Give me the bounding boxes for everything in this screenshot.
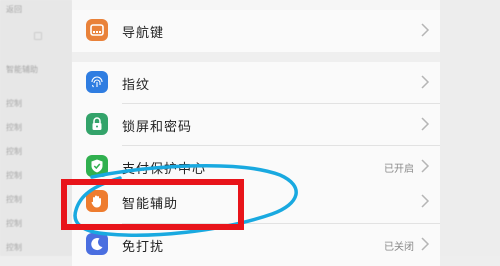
settings-row-navigation-keys[interactable]: 导航键 (72, 10, 440, 52)
chevron-right-icon (421, 75, 430, 89)
row-status: 已关闭 (384, 242, 414, 253)
navigation-key-icon (86, 19, 108, 41)
chevron-right-icon (421, 117, 430, 131)
left-item: 控制 (6, 195, 22, 204)
row-label: 免打扰 (122, 240, 165, 255)
row-label: 导航键 (122, 26, 165, 41)
hand-icon (86, 190, 108, 212)
chevron-right-icon (421, 237, 430, 251)
row-label: 指纹 (122, 78, 151, 93)
background-left-panel: 返回 智能辅助 控制 控制 控制 控制 控制 控制 控制 (0, 0, 72, 256)
left-item: 控制 (6, 243, 22, 252)
row-label: 支付保护中心 (122, 162, 207, 177)
left-item: 智能辅助 (6, 65, 38, 74)
left-item: 控制 (6, 147, 22, 156)
settings-panel: 导航键 指纹 锁屏和密码 支付保护中心 已开启 智能辅助 免打扰 已关闭 (72, 0, 440, 266)
left-item: 返回 (6, 5, 22, 14)
shield-check-icon (86, 155, 108, 177)
left-item: 控制 (6, 171, 22, 180)
checkbox-icon (34, 32, 42, 40)
moon-icon (86, 233, 108, 255)
background-right-margin (440, 0, 500, 256)
left-item: 控制 (6, 219, 22, 228)
lock-icon (86, 113, 108, 135)
settings-row-lock-screen[interactable]: 锁屏和密码 (72, 104, 440, 146)
settings-row-smart-assist[interactable]: 智能辅助 (72, 181, 440, 223)
left-item: 控制 (6, 99, 22, 108)
fingerprint-icon (86, 71, 108, 93)
settings-row-do-not-disturb[interactable]: 免打扰 已关闭 (72, 224, 440, 266)
chevron-right-icon (421, 23, 430, 37)
left-item: 控制 (6, 123, 22, 132)
settings-row-fingerprint[interactable]: 指纹 (72, 62, 440, 104)
row-status: 已开启 (384, 164, 414, 175)
row-label: 智能辅助 (122, 197, 179, 212)
chevron-right-icon (421, 194, 430, 208)
row-label: 锁屏和密码 (122, 120, 193, 135)
section-gap (72, 52, 440, 62)
chevron-right-icon (421, 159, 430, 173)
